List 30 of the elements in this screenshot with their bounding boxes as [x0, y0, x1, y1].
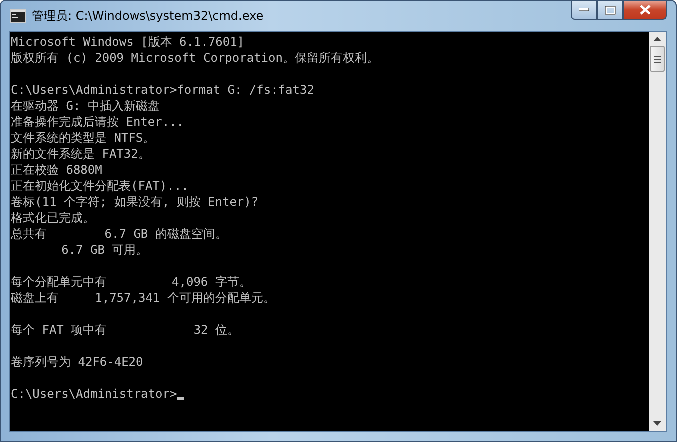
console-line: 总共有 6.7 GB 的磁盘空间。: [11, 226, 228, 242]
maximize-icon: [604, 6, 616, 14]
console-line: 正在校验 6880M: [11, 162, 102, 178]
scroll-up-icon[interactable]: [653, 36, 662, 42]
minimize-button[interactable]: [571, 1, 597, 20]
maximize-button[interactable]: [597, 1, 623, 20]
close-icon: [640, 5, 650, 15]
close-button[interactable]: [623, 1, 667, 20]
console-line: 文件系统的类型是 NTFS。: [11, 130, 156, 146]
console-icon: [10, 9, 26, 23]
console-line: 每个分配单元中有 4,096 字节。: [11, 274, 252, 290]
console-line: 卷序列号为 42F6-4E20: [11, 354, 144, 370]
console-line: 每个 FAT 项中有 32 位。: [11, 322, 240, 338]
console-line: 正在初始化文件分配表(FAT)...: [11, 178, 189, 194]
console-line: 磁盘上有 1,757,341 个可用的分配单元。: [11, 290, 276, 306]
console-line: C:\Users\Administrator>: [11, 386, 178, 402]
console-line: 新的文件系统是 FAT32。: [11, 146, 150, 162]
console-line: 格式化已完成。: [11, 210, 95, 226]
console-line: C:\Users\Administrator>format G: /fs:fat32: [11, 82, 314, 98]
console-line: 卷标(11 个字符; 如果没有, 则按 Enter)?: [11, 194, 259, 210]
scroll-down-icon[interactable]: [653, 421, 662, 427]
scrollbar-thumb[interactable]: [650, 46, 665, 72]
console-line: 在驱动器 G: 中插入新磁盘: [11, 98, 160, 114]
console-line: 6.7 GB 可用。: [60, 242, 148, 258]
scrollbar[interactable]: [649, 32, 666, 431]
minimize-icon: [579, 8, 589, 12]
window-title: 管理员: C:\Windows\system32\cmd.exe: [32, 8, 264, 24]
console-line: Microsoft Windows [版本 6.1.7601]: [11, 34, 245, 50]
console-line: 准备操作完成后请按 Enter...: [11, 114, 184, 130]
console-line: 版权所有 (c) 2009 Microsoft Corporation。保留所有权利。: [11, 50, 379, 66]
